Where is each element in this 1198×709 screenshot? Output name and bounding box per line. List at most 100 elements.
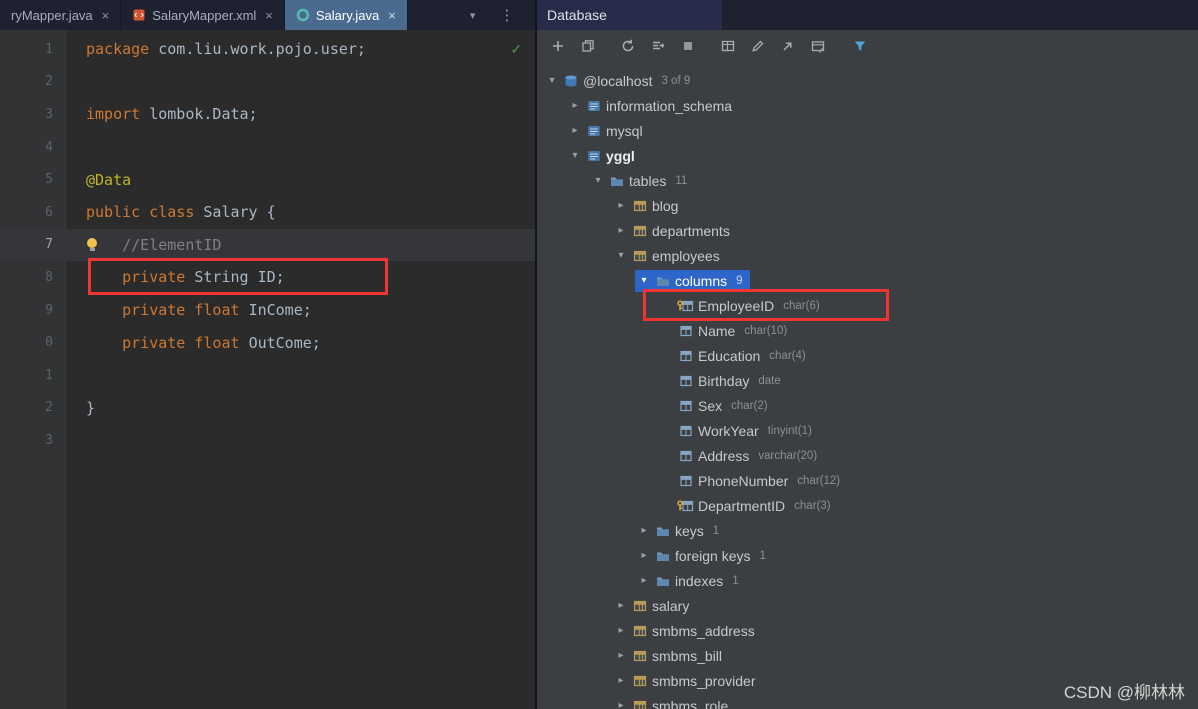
filter-button[interactable] xyxy=(846,36,873,61)
close-icon[interactable]: × xyxy=(388,8,396,23)
code-area[interactable]: 1 package com.liu.work.pojo.user; 2 3 import… xyxy=(0,33,535,457)
stop-button[interactable] xyxy=(674,36,701,61)
chevron-right-icon[interactable]: ▸ xyxy=(612,675,630,686)
code-line[interactable]: 2 xyxy=(0,66,535,99)
chevron-right-icon[interactable]: ▸ xyxy=(566,100,584,111)
tree-row-name[interactable]: Name char(10) xyxy=(537,318,1198,343)
chevron-down-icon[interactable]: ▾ xyxy=(566,150,584,161)
chevron-right-icon[interactable]: ▸ xyxy=(566,125,584,136)
editor-pane[interactable]: 1 package com.liu.work.pojo.user; 2 3 import… xyxy=(0,30,535,709)
chevron-right-icon[interactable]: ▸ xyxy=(612,225,630,236)
tree-row-tables[interactable]: ▾ tables 11 xyxy=(537,168,1198,193)
tab-list-chevron-icon[interactable]: ▾ xyxy=(464,0,482,30)
code-text[interactable]: //ElementID xyxy=(66,229,535,262)
tree-row-departmentid[interactable]: DepartmentID char(3) xyxy=(537,493,1198,518)
code-text[interactable]: private float InCome; xyxy=(66,294,535,327)
tab-salary-java[interactable]: Salary.java × xyxy=(284,0,408,30)
tab-rymapper-java[interactable]: ryMapper.java × xyxy=(0,0,122,30)
chevron-right-icon[interactable]: ▸ xyxy=(612,700,630,709)
line-number[interactable]: 7 xyxy=(0,237,66,252)
tree-row-education[interactable]: Education char(4) xyxy=(537,343,1198,368)
chevron-right-icon[interactable]: ▸ xyxy=(635,525,653,536)
tree-row-birthday[interactable]: Birthday date xyxy=(537,368,1198,393)
chevron-down-icon[interactable]: ▾ xyxy=(589,175,607,186)
database-toolwindow-tab[interactable]: Database xyxy=(537,0,722,30)
tree-row-address[interactable]: Address varchar(20) xyxy=(537,443,1198,468)
tree-row-sex[interactable]: Sex char(2) xyxy=(537,393,1198,418)
line-number[interactable]: 1 xyxy=(0,368,66,383)
tree-row-information-schema[interactable]: ▸ information_schema xyxy=(537,93,1198,118)
line-number[interactable]: 6 xyxy=(0,205,66,220)
code-line[interactable]: 1 xyxy=(0,359,535,392)
refresh-button[interactable] xyxy=(614,36,641,61)
code-text[interactable] xyxy=(66,359,535,392)
chevron-right-icon[interactable]: ▸ xyxy=(612,625,630,636)
code-text[interactable]: @Data xyxy=(66,163,535,196)
tree-row-employees[interactable]: ▾ employees xyxy=(537,243,1198,268)
submit-button[interactable] xyxy=(644,36,671,61)
code-line[interactable]: 8 private String ID; xyxy=(0,258,535,296)
chevron-down-icon[interactable]: ▾ xyxy=(612,250,630,261)
code-line[interactable]: 3 xyxy=(0,424,535,457)
code-text[interactable]: import lombok.Data; xyxy=(66,98,535,131)
code-line[interactable]: 7 //ElementID xyxy=(0,228,535,262)
code-line[interactable]: 3 import lombok.Data; xyxy=(0,98,535,131)
code-text[interactable] xyxy=(66,131,535,164)
tree-row-workyear[interactable]: WorkYear tinyint(1) xyxy=(537,418,1198,443)
line-number[interactable]: 1 xyxy=(0,42,66,57)
line-number[interactable]: 8 xyxy=(0,270,66,285)
tree-row-indexes[interactable]: ▸ indexes 1 xyxy=(537,568,1198,593)
tree-row-phonenumber[interactable]: PhoneNumber char(12) xyxy=(537,468,1198,493)
tree-row-mysql[interactable]: ▸ mysql xyxy=(537,118,1198,143)
line-number[interactable]: 9 xyxy=(0,303,66,318)
new-table-button[interactable] xyxy=(714,36,741,61)
chevron-down-icon[interactable]: ▾ xyxy=(543,75,561,86)
line-number[interactable]: 2 xyxy=(0,74,66,89)
line-number[interactable]: 5 xyxy=(0,172,66,187)
inspections-ok-icon[interactable]: ✓ xyxy=(511,39,521,58)
tree-row-yggl[interactable]: ▾ yggl xyxy=(537,143,1198,168)
code-line[interactable]: 2} xyxy=(0,392,535,425)
line-number[interactable]: 0 xyxy=(0,335,66,350)
intention-bulb-icon[interactable] xyxy=(87,237,97,251)
edit-button[interactable] xyxy=(744,36,771,61)
code-text[interactable] xyxy=(66,66,535,99)
chevron-right-icon[interactable]: ▸ xyxy=(635,550,653,561)
close-icon[interactable]: × xyxy=(102,8,110,23)
code-text[interactable] xyxy=(66,424,535,457)
line-number[interactable]: 3 xyxy=(0,107,66,122)
code-line[interactable]: 4 xyxy=(0,131,535,164)
tree-row-salary[interactable]: ▸ salary xyxy=(537,593,1198,618)
jump-to-console-button[interactable] xyxy=(774,36,801,61)
code-text[interactable]: } xyxy=(66,392,535,425)
data-editor-button[interactable] xyxy=(804,36,831,61)
tree-row-employeeid[interactable]: EmployeeID char(6) xyxy=(537,289,1198,321)
tree-row-smbms-bill[interactable]: ▸ smbms_bill xyxy=(537,643,1198,668)
code-line[interactable]: 6 public class Salary { xyxy=(0,196,535,229)
tree-row-keys[interactable]: ▸ keys 1 xyxy=(537,518,1198,543)
tree-row-smbms-address[interactable]: ▸ smbms_address xyxy=(537,618,1198,643)
code-line[interactable]: 9 private float InCome; xyxy=(0,294,535,327)
add-button[interactable] xyxy=(544,36,571,61)
code-text[interactable]: package com.liu.work.pojo.user; xyxy=(66,33,535,66)
tree-row-localhost[interactable]: ▾ @localhost 3 of 9 xyxy=(537,68,1198,93)
duplicate-button[interactable] xyxy=(574,36,601,61)
chevron-right-icon[interactable]: ▸ xyxy=(612,600,630,611)
tab-options-icon[interactable]: ⋮ xyxy=(493,0,520,30)
line-number[interactable]: 2 xyxy=(0,400,66,415)
chevron-right-icon[interactable]: ▸ xyxy=(612,650,630,661)
tab-salarymapper-xml[interactable]: SalaryMapper.xml × xyxy=(121,0,285,30)
chevron-right-icon[interactable]: ▸ xyxy=(635,575,653,586)
panel-divider[interactable] xyxy=(535,0,537,709)
tree-row-foreign-keys[interactable]: ▸ foreign keys 1 xyxy=(537,543,1198,568)
code-text[interactable]: private float OutCome; xyxy=(66,326,535,359)
close-icon[interactable]: × xyxy=(265,8,273,23)
code-text[interactable]: public class Salary { xyxy=(66,196,535,229)
line-number[interactable]: 3 xyxy=(0,433,66,448)
line-number[interactable]: 4 xyxy=(0,140,66,155)
code-line[interactable]: 0 private float OutCome; xyxy=(0,326,535,359)
chevron-right-icon[interactable]: ▸ xyxy=(612,200,630,211)
tree-row-blog[interactable]: ▸ blog xyxy=(537,193,1198,218)
code-line[interactable]: 1 package com.liu.work.pojo.user; xyxy=(0,33,535,66)
chevron-down-icon[interactable]: ▾ xyxy=(635,275,653,286)
